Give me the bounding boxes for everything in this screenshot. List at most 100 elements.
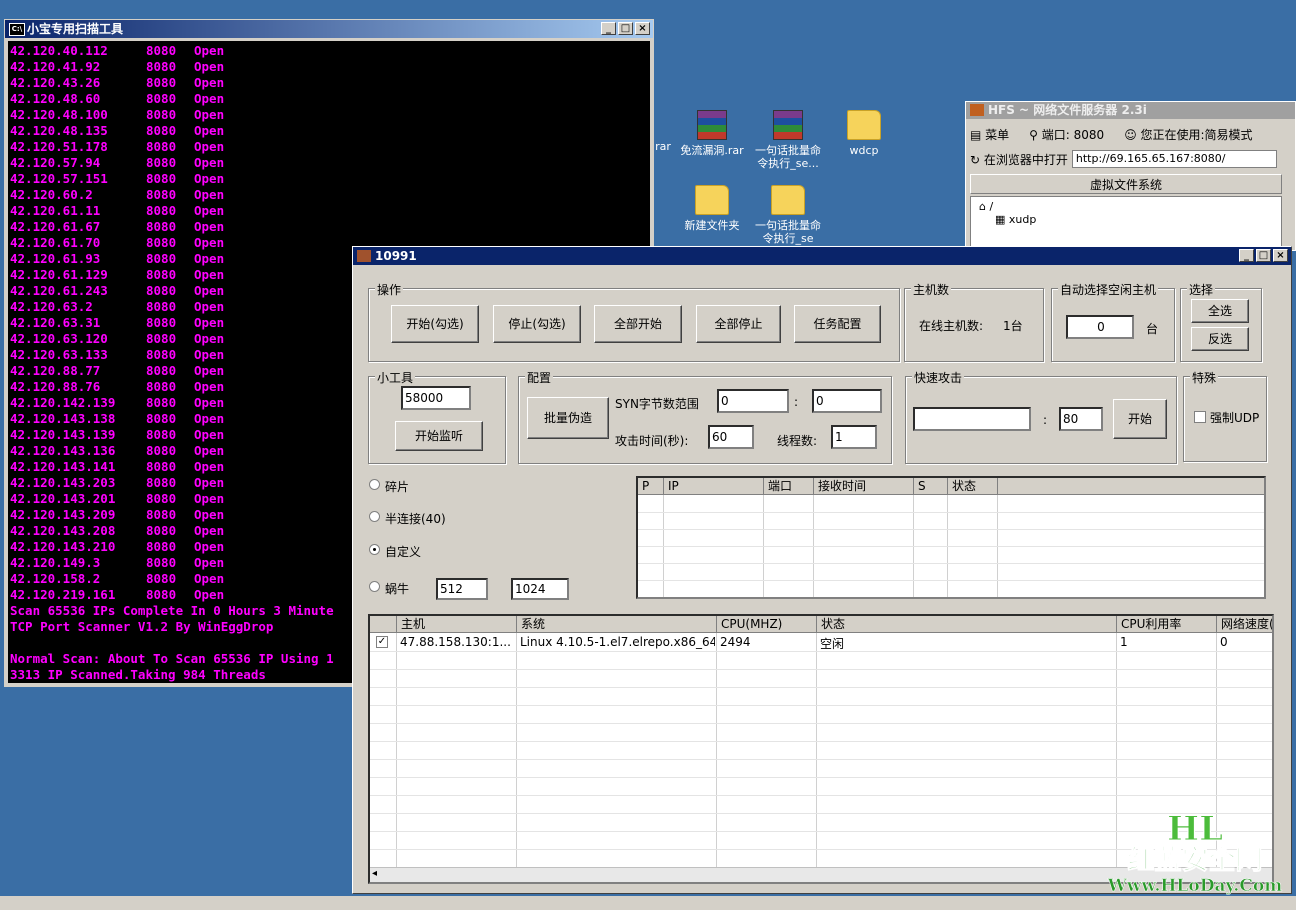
batch-spoof-button[interactable]: 批量伪造 xyxy=(527,397,609,439)
console-status: Open xyxy=(194,203,225,218)
quick-attack-port-input[interactable]: 80 xyxy=(1059,407,1103,431)
mode-half-connect-radio[interactable] xyxy=(369,511,380,522)
hfs-mode-button[interactable]: ☺ 您正在使用:简易模式 xyxy=(1124,126,1252,143)
maximize-button[interactable]: □ xyxy=(1256,249,1271,262)
vfs-root-label: / xyxy=(989,200,994,213)
console-port: 8080 xyxy=(146,491,177,506)
operations-group-label: 操作 xyxy=(375,281,404,298)
vfs-tree[interactable]: ⌂ / ▦ xudp xyxy=(970,196,1282,252)
console-status: Open xyxy=(194,363,225,378)
minimize-button[interactable]: _ xyxy=(1239,249,1254,262)
mode-snail-label: 蜗牛 xyxy=(385,582,410,596)
console-credit-line: TCP Port Scanner V1.2 By WinEggDrop xyxy=(10,619,274,634)
console-status: Open xyxy=(194,187,225,202)
console-title-bar[interactable]: C:\ 小宝专用扫描工具 _ □ × xyxy=(5,20,653,38)
console-ip: 42.120.143.201 xyxy=(10,491,116,506)
scroll-left-icon[interactable]: ◂ xyxy=(372,868,377,879)
hfs-title: HFS ~ 网络文件服务器 2.3i xyxy=(988,103,1147,117)
result-col-ip[interactable]: IP xyxy=(664,478,764,495)
hfs-url-field[interactable]: http://69.165.65.167:8080/ xyxy=(1071,150,1277,168)
table-row[interactable]: ✓ 47.88.158.130:1... Linux 4.10.5-1.el7.… xyxy=(370,634,1272,651)
syn-range-label: SYN字节数范围 xyxy=(615,397,699,411)
start-listen-button[interactable]: 开始监听 xyxy=(395,421,483,451)
console-port: 8080 xyxy=(146,123,177,138)
desktop-icon-rar-file[interactable]: 一句话批量命 令执行_se... xyxy=(750,110,826,170)
hfs-title-bar[interactable]: HFS ~ 网络文件服务器 2.3i xyxy=(966,102,1295,119)
result-col-recv-time[interactable]: 接收时间 xyxy=(814,478,914,495)
mode-custom-radio[interactable] xyxy=(369,544,380,555)
main-attack-window[interactable]: 10991 _ □ × 操作 开始(勾选) 停止(勾选) 全部开始 全部停止 任… xyxy=(352,246,1292,894)
host-col-status[interactable]: 状态 xyxy=(817,616,1117,633)
console-ip: 42.120.149.3 xyxy=(10,555,101,570)
console-ip: 42.120.88.77 xyxy=(10,363,101,378)
close-button[interactable]: × xyxy=(635,22,650,35)
hfs-menu-button[interactable]: ▤ 菜单 xyxy=(970,126,1009,143)
attack-time-input[interactable]: 60 xyxy=(708,425,754,449)
open-in-browser-button[interactable]: ↻ 在浏览器中打开 xyxy=(970,151,1068,168)
desktop-icon-rar-file[interactable]: 免流漏洞.rar xyxy=(674,110,750,157)
threads-input[interactable]: 1 xyxy=(831,425,877,449)
desktop-icon-folder[interactable]: 一句话批量命 令执行_se xyxy=(750,185,826,245)
start-all-button[interactable]: 全部开始 xyxy=(594,305,682,343)
tools-group-label: 小工具 xyxy=(375,369,416,386)
force-udp-checkbox[interactable] xyxy=(1194,411,1206,423)
syn-to-input[interactable]: 0 xyxy=(812,389,882,413)
select-all-button[interactable]: 全选 xyxy=(1191,299,1249,323)
taskbar[interactable] xyxy=(0,896,1296,910)
invert-selection-button[interactable]: 反选 xyxy=(1191,327,1249,351)
console-status: Open xyxy=(194,571,225,586)
desktop-icon-folder[interactable]: wdcp xyxy=(832,110,896,157)
console-ip: 42.120.61.243 xyxy=(10,283,108,298)
host-status: 空闲 xyxy=(820,637,845,651)
result-col-s[interactable]: S xyxy=(914,478,948,495)
special-group: 特殊 强制UDP xyxy=(1183,369,1267,462)
result-col-port[interactable]: 端口 xyxy=(764,478,814,495)
host-col-cpu-usage[interactable]: CPU利用率 xyxy=(1117,616,1217,633)
host-row-checkbox[interactable]: ✓ xyxy=(376,636,388,648)
host-col-system[interactable]: 系统 xyxy=(517,616,717,633)
hfs-logo-icon xyxy=(970,104,984,116)
stop-all-button[interactable]: 全部停止 xyxy=(696,305,781,343)
console-port: 8080 xyxy=(146,75,177,90)
result-table[interactable]: P IP 端口 接收时间 S 状态 xyxy=(636,476,1266,599)
console-normal-scan-line: Normal Scan: About To Scan 65536 IP Usin… xyxy=(10,651,334,666)
host-cpu-mhz: 2494 xyxy=(720,635,751,649)
desktop-icon-label: wdcp xyxy=(849,144,879,157)
quick-attack-start-button[interactable]: 开始 xyxy=(1113,399,1167,439)
console-ip: 42.120.60.2 xyxy=(10,187,93,202)
start-checked-button[interactable]: 开始(勾选) xyxy=(391,305,479,343)
console-status: Open xyxy=(194,171,225,186)
host-col-cpu-mhz[interactable]: CPU(MHZ) xyxy=(717,616,817,633)
snail-value1-input[interactable]: 512 xyxy=(436,578,488,600)
console-status: Open xyxy=(194,43,225,58)
console-port: 8080 xyxy=(146,571,177,586)
vfs-root-item[interactable]: ⌂ / xyxy=(979,200,1273,213)
host-col-net-speed[interactable]: 网络速度( xyxy=(1217,616,1272,633)
maximize-button[interactable]: □ xyxy=(618,22,633,35)
syn-from-input[interactable]: 0 xyxy=(717,389,789,413)
desktop-icon-rar-partial[interactable]: rar xyxy=(654,140,672,153)
console-status: Open xyxy=(194,507,225,522)
mode-snail-radio[interactable] xyxy=(369,581,380,592)
minimize-button[interactable]: _ xyxy=(601,22,616,35)
result-col-p[interactable]: P xyxy=(638,478,664,495)
desktop-icon-label: 一句话批量命 xyxy=(755,219,821,232)
hfs-window[interactable]: HFS ~ 网络文件服务器 2.3i ▤ 菜单 ⚲ 端口: 8080 ☺ 您正在… xyxy=(965,101,1296,252)
quick-attack-target-input[interactable] xyxy=(913,407,1031,431)
listen-port-input[interactable]: 58000 xyxy=(401,386,471,410)
hfs-port-button[interactable]: ⚲ 端口: 8080 xyxy=(1029,126,1104,143)
vfs-child-item[interactable]: ▦ xudp xyxy=(979,213,1273,226)
close-button[interactable]: × xyxy=(1273,249,1288,262)
main-title-bar[interactable]: 10991 _ □ × xyxy=(353,247,1291,265)
result-col-status[interactable]: 状态 xyxy=(948,478,998,495)
task-config-button[interactable]: 任务配置 xyxy=(794,305,881,343)
host-col-host[interactable]: 主机 xyxy=(397,616,517,633)
auto-select-count-input[interactable]: 0 xyxy=(1066,315,1134,339)
snail-value2-input[interactable]: 1024 xyxy=(511,578,569,600)
console-port: 8080 xyxy=(146,523,177,538)
desktop-icon-folder[interactable]: 新建文件夹 xyxy=(674,185,750,232)
vfs-child-label: xudp xyxy=(1008,213,1037,226)
host-col-check[interactable] xyxy=(370,616,397,633)
mode-fragment-radio[interactable] xyxy=(369,479,380,490)
stop-checked-button[interactable]: 停止(勾选) xyxy=(493,305,581,343)
